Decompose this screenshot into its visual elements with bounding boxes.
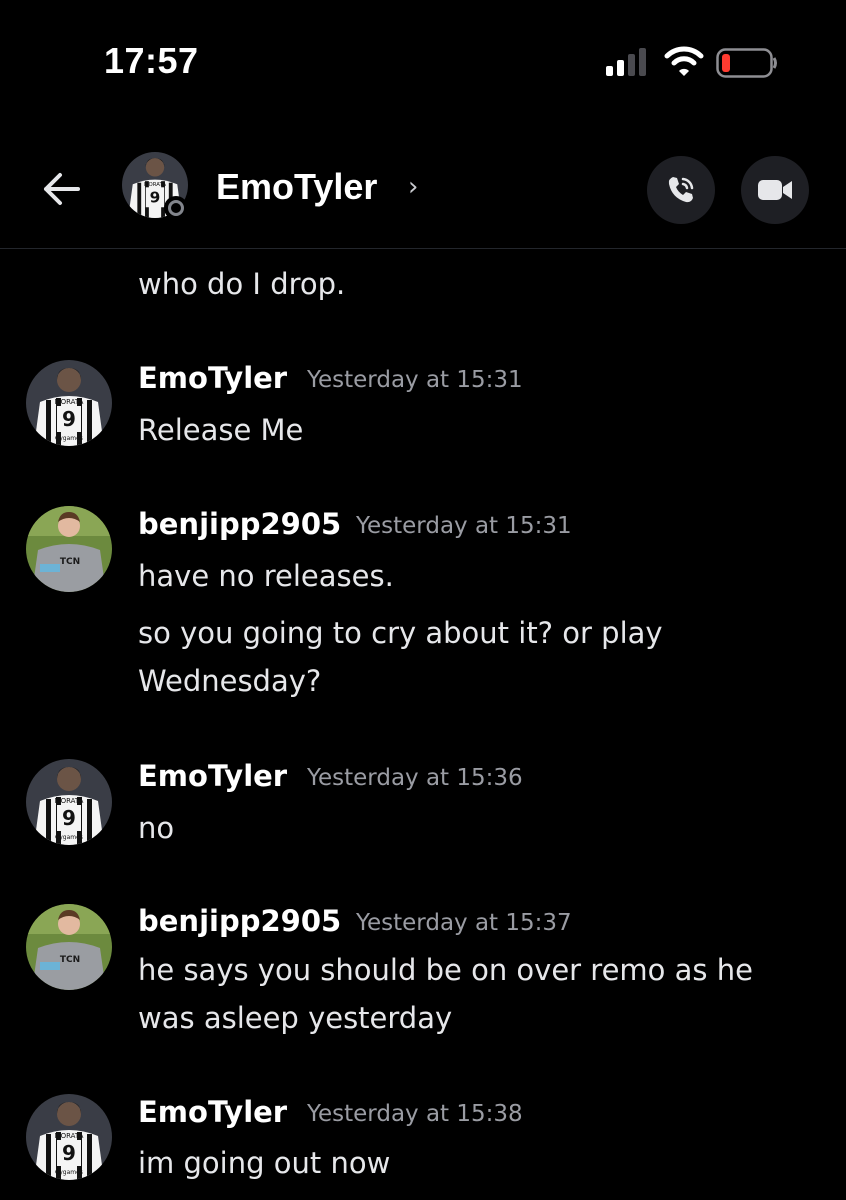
message-author[interactable]: benjipp2905	[138, 507, 341, 541]
status-offline-icon	[164, 196, 188, 220]
jersey-sponsor-text: Cygames	[55, 1169, 83, 1176]
message-timestamp: Yesterday at 15:37	[356, 910, 572, 936]
message-timestamp: Yesterday at 15:38	[307, 1101, 523, 1127]
user-avatar[interactable]: TCN	[26, 506, 112, 592]
status-bar: 17:57	[0, 0, 846, 130]
jersey-sponsor-text: TCN	[60, 955, 80, 965]
message-timestamp: Yesterday at 15:36	[307, 765, 523, 791]
message-text: Wednesday?	[138, 664, 322, 698]
jersey-number-text: 9	[150, 189, 161, 207]
message-author[interactable]: EmoTyler	[138, 759, 287, 793]
message-text: so you going to cry about it? or play	[138, 616, 663, 650]
user-avatar[interactable]: MORATA 9 Cygames	[26, 360, 112, 446]
battery-low-icon	[716, 48, 777, 78]
message-text: no	[138, 811, 175, 845]
message-text: Release Me	[138, 413, 304, 447]
jersey-sponsor-text: Cygames	[55, 435, 83, 442]
header-title[interactable]: EmoTyler	[216, 166, 377, 208]
jersey-sponsor-text: TCN	[60, 557, 80, 567]
message-timestamp: Yesterday at 15:31	[356, 513, 572, 539]
message-timestamp: Yesterday at 15:31	[307, 367, 523, 393]
message-text: was asleep yesterday	[138, 1001, 453, 1035]
message-text: he says you should be on over remo as he	[138, 953, 753, 987]
jersey-name-text: MORATA	[55, 398, 84, 406]
message-text: have no releases.	[138, 559, 394, 593]
status-time: 17:57	[104, 40, 199, 81]
dm-header: MORATA 9 EmoTyler ›	[0, 130, 846, 249]
voice-call-button[interactable]	[647, 156, 715, 224]
jersey-number-text: 9	[62, 407, 76, 431]
jersey-number-text: 9	[62, 806, 76, 830]
message-text: im going out now	[138, 1146, 391, 1180]
message-author[interactable]: EmoTyler	[138, 361, 287, 395]
jersey-name-text: MORATA	[55, 797, 84, 805]
user-avatar[interactable]: MORATA 9 Cygames	[26, 1094, 112, 1180]
phone-icon	[668, 177, 694, 203]
user-avatar[interactable]: MORATA 9 Cygames	[26, 759, 112, 845]
video-call-button[interactable]	[741, 156, 809, 224]
cellular-signal-icon	[606, 48, 650, 76]
jersey-sponsor-text: Cygames	[55, 834, 83, 841]
message-author[interactable]: EmoTyler	[138, 1095, 287, 1129]
user-avatar[interactable]: TCN	[26, 904, 112, 990]
chevron-right-icon[interactable]: ›	[408, 172, 418, 202]
jersey-number-text: 9	[62, 1141, 76, 1165]
video-camera-icon	[758, 180, 792, 200]
message-list: who do I drop. MORATA 9 Cygames EmoTyler…	[0, 249, 846, 1200]
back-arrow-icon[interactable]	[38, 166, 84, 212]
wifi-icon	[664, 46, 704, 76]
message-author[interactable]: benjipp2905	[138, 904, 341, 938]
message-text: who do I drop.	[138, 267, 346, 301]
jersey-name-text: MORATA	[144, 182, 166, 188]
jersey-name-text: MORATA	[55, 1132, 84, 1140]
